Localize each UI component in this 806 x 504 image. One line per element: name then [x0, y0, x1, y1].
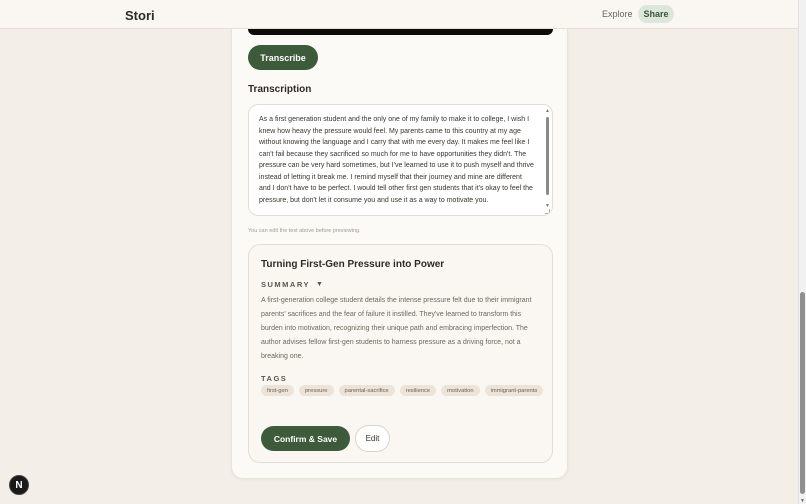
next-dev-indicator-icon[interactable]: N	[9, 475, 29, 495]
nav-explore-link[interactable]: Explore	[602, 9, 633, 19]
transcription-text[interactable]: As a first generation student and the on…	[259, 114, 535, 206]
tags-label: TAGS	[261, 374, 288, 383]
resize-grip-icon[interactable]	[545, 209, 550, 214]
transcribe-button[interactable]: Transcribe	[248, 45, 318, 70]
transcription-textarea[interactable]: As a first generation student and the on…	[248, 104, 553, 216]
tag-chip: first-gen	[261, 385, 294, 396]
tag-chip: parental-sacrifice	[338, 385, 395, 396]
tag-chip: resilience	[399, 385, 437, 396]
page-scroll-thumb[interactable]	[800, 292, 805, 494]
brand-logo[interactable]: Stori	[125, 8, 155, 23]
confirm-save-button[interactable]: Confirm & Save	[261, 426, 350, 451]
main-card: Transcribe Transcription As a first gene…	[231, 29, 568, 479]
scroll-up-arrow-icon[interactable]: ▲	[545, 109, 550, 114]
edit-button[interactable]: Edit	[355, 425, 390, 452]
tag-list: first-gen pressure parental-sacrifice re…	[261, 385, 546, 396]
story-title: Turning First-Gen Pressure into Power	[261, 259, 445, 270]
caret-down-icon[interactable]: ▼	[316, 281, 323, 288]
page-scrollbar[interactable]: ▼	[798, 0, 806, 504]
textarea-scrollbar[interactable]: ▲ ▼	[545, 109, 550, 209]
summary-toggle[interactable]: SUMMARY ▼	[261, 280, 323, 289]
summary-text: A first-generation college student detai…	[261, 297, 532, 360]
page-scroll-down-arrow-icon[interactable]: ▼	[799, 498, 806, 504]
transcription-heading: Transcription	[248, 84, 312, 95]
summary-label: SUMMARY	[261, 280, 310, 289]
helper-text: You can edit the text above before previ…	[248, 228, 361, 234]
textarea-scroll-thumb[interactable]	[546, 117, 549, 195]
top-nav-bar: Stori Explore Share	[0, 0, 798, 29]
tag-chip: pressure	[298, 385, 334, 396]
tag-chip: immigrant-parents	[484, 385, 544, 396]
video-player[interactable]	[248, 29, 553, 35]
story-preview-card: Turning First-Gen Pressure into Power SU…	[248, 244, 553, 463]
tag-chip: motivation	[441, 385, 480, 396]
nav-share-button[interactable]: Share	[638, 5, 674, 23]
